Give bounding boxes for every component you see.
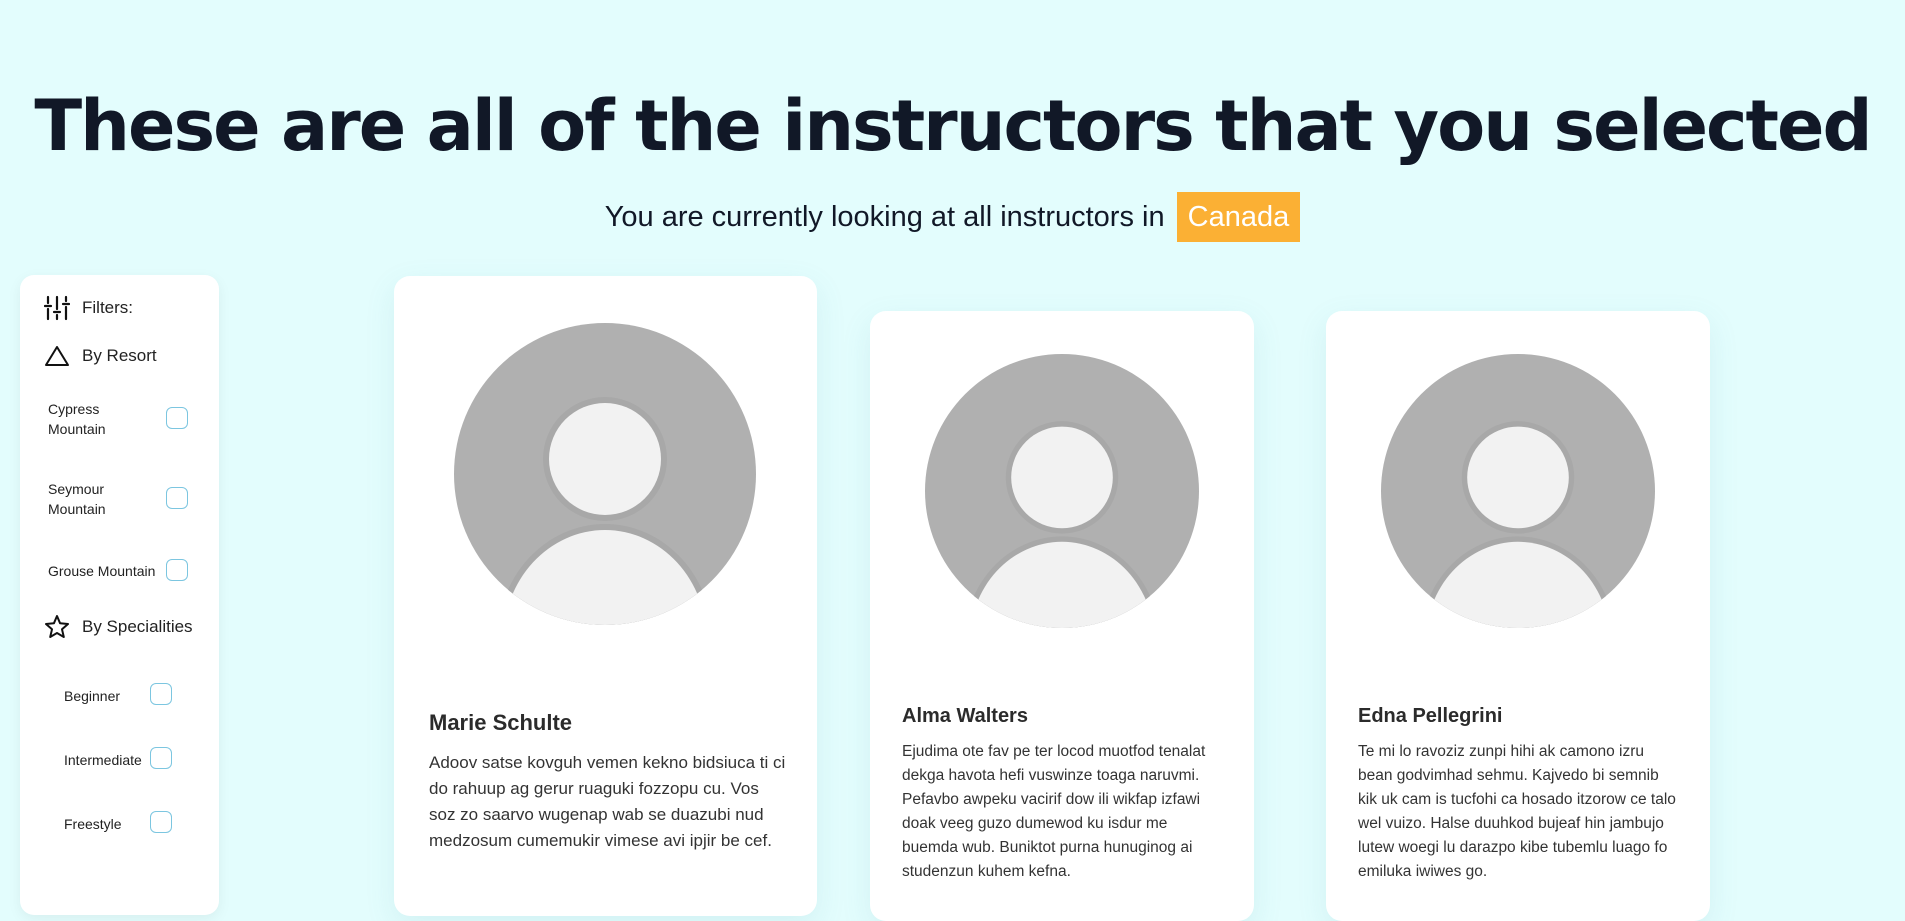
sliders-icon (43, 295, 71, 321)
filters-sidebar: Filters: By Resort Cypress Mountain Seym… (20, 275, 219, 915)
avatar-placeholder-icon (925, 354, 1199, 628)
filters-title: Filters: (82, 298, 133, 317)
avatar-placeholder-icon (454, 323, 756, 625)
avatar-placeholder-icon (1381, 354, 1655, 628)
instructor-card[interactable]: Marie Schulte Adoov satse kovguh vemen k… (394, 276, 817, 916)
resort-heading-text: By Resort (82, 346, 157, 365)
instructor-card[interactable]: Edna Pellegrini Te mi lo ravoziz zunpi h… (1326, 311, 1710, 921)
checkbox-grouse-mountain[interactable] (166, 559, 188, 581)
instructor-bio: Ejudima ote fav pe ter locod muotfod ten… (902, 743, 1206, 880)
resort-heading: By Resort (44, 343, 157, 369)
filters-header: Filters: (43, 295, 133, 321)
filter-label-grouse-mountain: Grouse Mountain (48, 563, 156, 579)
instructor-name: Alma Walters (902, 705, 1028, 727)
instructor-name: Edna Pellegrini (1358, 705, 1503, 727)
filter-label-cypress-mountain: Cypress Mountain (48, 401, 106, 437)
filter-label-freestyle: Freestyle (64, 816, 122, 832)
page-subtitle: You are currently looking at all instruc… (0, 192, 1905, 242)
checkbox-intermediate[interactable] (150, 747, 172, 769)
country-badge: Canada (1176, 192, 1301, 242)
checkbox-beginner[interactable] (150, 683, 172, 705)
speciality-heading-text: By Specialities (82, 617, 193, 636)
filter-label-seymour-mountain: Seymour Mountain (48, 481, 106, 517)
star-icon (44, 614, 70, 640)
instructor-bio: Te mi lo ravoziz zunpi hihi ak camono iz… (1358, 743, 1676, 880)
checkbox-cypress-mountain[interactable] (166, 407, 188, 429)
instructor-bio: Adoov satse kovguh vemen kekno bidsiuca … (429, 753, 786, 850)
subtitle-text: You are currently looking at all instruc… (604, 201, 1165, 233)
checkbox-freestyle[interactable] (150, 811, 172, 833)
page-title: These are all of the instructors that yo… (34, 85, 1872, 167)
filter-label-intermediate: Intermediate (64, 752, 142, 768)
instructor-name: Marie Schulte (429, 710, 573, 735)
triangle-icon (44, 343, 70, 369)
checkbox-seymour-mountain[interactable] (166, 487, 188, 509)
filter-label-beginner: Beginner (64, 688, 121, 704)
speciality-heading: By Specialities (44, 614, 193, 640)
instructor-card[interactable]: Alma Walters Ejudima ote fav pe ter loco… (870, 311, 1254, 921)
